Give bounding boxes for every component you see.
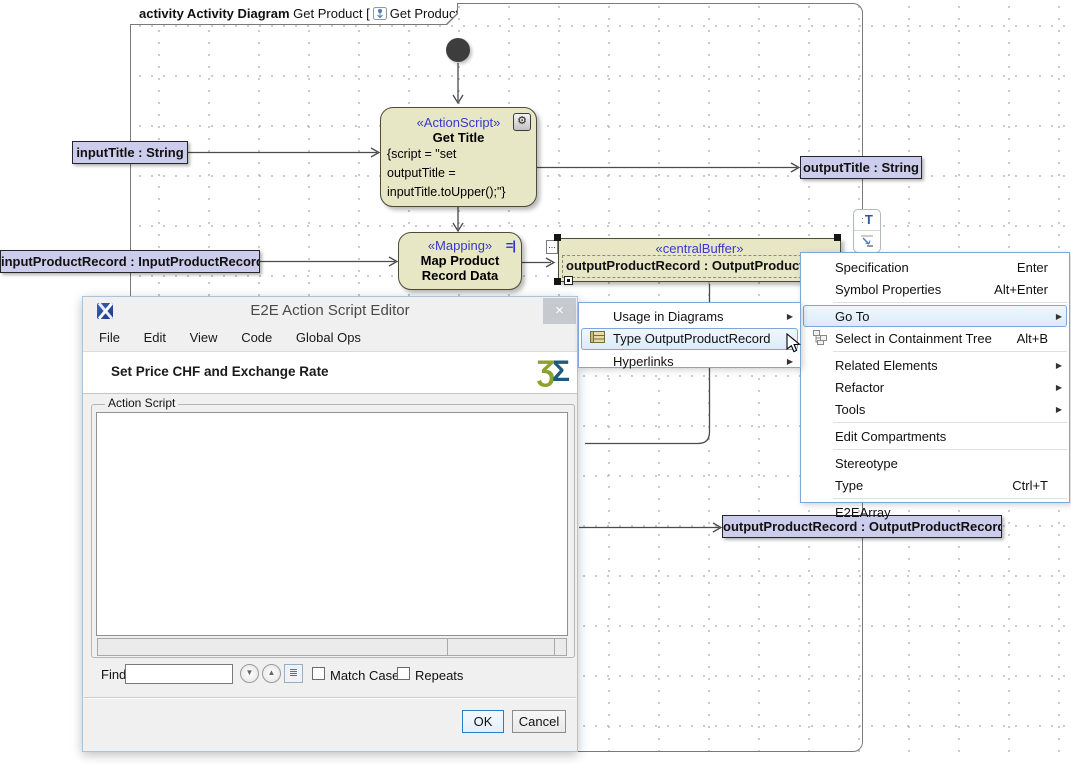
action-map-product-record-data[interactable]: «Mapping» =| Map Product Record Data xyxy=(398,232,522,290)
menu-file[interactable]: File xyxy=(89,325,130,351)
submenu-arrow-icon: ▶ xyxy=(1056,312,1066,321)
compartment-dots-button[interactable]: ... xyxy=(546,240,558,254)
frame-title-name: Get Product [ xyxy=(293,6,370,21)
menu-separator xyxy=(833,498,1067,499)
action-name: Record Data xyxy=(399,268,521,283)
submenu-arrow-icon: ▶ xyxy=(1056,361,1066,370)
submenu-item-hyperlinks[interactable]: Hyperlinks▶ xyxy=(581,350,798,373)
repeats-checkbox[interactable] xyxy=(397,667,410,680)
menu-separator xyxy=(833,351,1067,352)
repeats-label: Repeats xyxy=(415,668,463,683)
menu-edit[interactable]: Edit xyxy=(134,325,176,351)
activity-diagram-icon xyxy=(373,5,387,18)
menu-item-select-in-containment-tree[interactable]: Select in Containment TreeAlt+B xyxy=(803,327,1067,349)
find-options-button[interactable]: ≣ xyxy=(284,664,303,683)
menu-item-e2earray[interactable]: E2EArray xyxy=(803,501,1067,523)
frame-title-tab: activity Activity Diagram Get Product [G… xyxy=(130,3,458,25)
script-heading: Set Price CHF and Exchange Rate xyxy=(111,364,329,379)
button-separator xyxy=(84,697,576,699)
param-output-title[interactable]: outputTitle : String xyxy=(800,156,922,179)
submenu-arrow-icon: ▶ xyxy=(1056,383,1066,392)
action-script-editor[interactable] xyxy=(96,412,568,636)
menu-item-related-elements[interactable]: Related Elements▶ xyxy=(803,354,1067,376)
central-buffer-node[interactable]: «centralBuffer» outputProductRecord : Ou… xyxy=(558,238,841,282)
stereotype-label: «Mapping» xyxy=(399,238,521,253)
menu-item-stereotype[interactable]: Stereotype xyxy=(803,452,1067,474)
menu-item-refactor[interactable]: Refactor▶ xyxy=(803,376,1067,398)
menu-item-tools[interactable]: Tools▶ xyxy=(803,398,1067,420)
find-bar: Find: ▼ ▲ ≣ Match Case Repeats xyxy=(83,660,577,690)
script-line: {script = "set xyxy=(381,145,536,164)
close-button[interactable]: × xyxy=(543,298,576,324)
dialog-menubar: File Edit View Code Global Ops xyxy=(83,325,577,352)
action-script-group-label: Action Script xyxy=(105,396,178,410)
submenu-item-type-outputproductrecord[interactable]: Type OutputProductRecord xyxy=(581,328,798,351)
menu-separator xyxy=(833,449,1067,450)
match-case-checkbox[interactable] xyxy=(312,667,325,680)
go-to-submenu: Usage in Diagrams▶ Type OutputProductRec… xyxy=(578,302,801,368)
submenu-item-usage-in-diagrams[interactable]: Usage in Diagrams▶ xyxy=(581,305,798,328)
cancel-button[interactable]: Cancel xyxy=(512,710,566,733)
action-name: Map Product xyxy=(399,253,521,268)
menu-item-go-to[interactable]: Go To▶ xyxy=(803,305,1067,327)
selection-handle[interactable] xyxy=(554,234,561,241)
ok-button[interactable]: OK xyxy=(462,710,504,733)
find-previous-button[interactable]: ▲ xyxy=(262,664,281,683)
frame-title-keyword: activity Activity Diagram xyxy=(139,6,290,21)
record-class-icon xyxy=(589,330,607,347)
submenu-arrow-icon: ▶ xyxy=(787,312,797,321)
script-line: inputTitle.toUpper();"} xyxy=(381,183,536,202)
selection-handle[interactable] xyxy=(554,278,561,285)
mapping-icon: =| xyxy=(506,238,515,253)
dots-icon: ∶ xyxy=(861,216,864,227)
menu-view[interactable]: View xyxy=(180,325,228,351)
edit-name-button[interactable]: ∶T xyxy=(854,210,880,231)
menu-item-specification[interactable]: SpecificationEnter xyxy=(803,256,1067,278)
menu-item-edit-compartments[interactable]: Edit Compartments xyxy=(803,425,1067,447)
editor-statusbar xyxy=(97,638,567,656)
connector-anchor[interactable] xyxy=(564,276,573,285)
find-next-button[interactable]: ▼ xyxy=(240,664,259,683)
smart-manipulator-toolbar: ∶T xyxy=(853,209,881,253)
dialog-title: E2E Action Script Editor xyxy=(83,297,577,325)
param-input-product-record[interactable]: inputProductRecord : InputProductRecord xyxy=(0,250,260,273)
draw-flow-button[interactable] xyxy=(854,231,880,253)
dialog-header: Set Price CHF and Exchange Rate ƷΣ xyxy=(83,352,577,394)
menu-separator xyxy=(833,302,1067,303)
initial-node[interactable] xyxy=(446,38,470,62)
action-get-title[interactable]: «ActionScript» ⚙ Get Title {script = "se… xyxy=(380,107,537,207)
menu-separator xyxy=(833,422,1067,423)
param-input-title[interactable]: inputTitle : String xyxy=(72,141,188,164)
mouse-cursor-icon xyxy=(786,333,801,359)
find-input[interactable] xyxy=(125,664,233,684)
dialog-titlebar: E2E Action Script Editor × xyxy=(83,297,577,325)
gear-icon: ⚙ xyxy=(513,113,531,131)
menu-code[interactable]: Code xyxy=(231,325,282,351)
context-menu: SpecificationEnter Symbol PropertiesAlt+… xyxy=(800,252,1070,503)
match-case-label: Match Case xyxy=(330,668,399,683)
buffer-name-label: outputProductRecord : OutputProductRecor… xyxy=(562,255,837,278)
selection-handle[interactable] xyxy=(834,234,841,241)
menu-global-ops[interactable]: Global Ops xyxy=(286,325,371,351)
stereotype-label: «centralBuffer» xyxy=(559,241,840,256)
action-name: Get Title xyxy=(381,130,536,145)
submenu-arrow-icon: ▶ xyxy=(1056,405,1066,414)
menu-item-symbol-properties[interactable]: Symbol PropertiesAlt+Enter xyxy=(803,278,1067,300)
application-canvas: activity Activity Diagram Get Product [ G… xyxy=(0,0,1071,764)
flow-arrow-icon xyxy=(859,233,875,248)
e2e-logo-icon: ƷΣ xyxy=(537,355,567,389)
script-line: outputTitle = xyxy=(381,164,536,183)
e2e-action-script-editor-dialog: E2E Action Script Editor × File Edit Vie… xyxy=(82,296,578,752)
menu-item-type[interactable]: TypeCtrl+T xyxy=(803,474,1067,496)
containment-tree-icon xyxy=(812,329,828,348)
text-icon: T xyxy=(865,212,873,227)
